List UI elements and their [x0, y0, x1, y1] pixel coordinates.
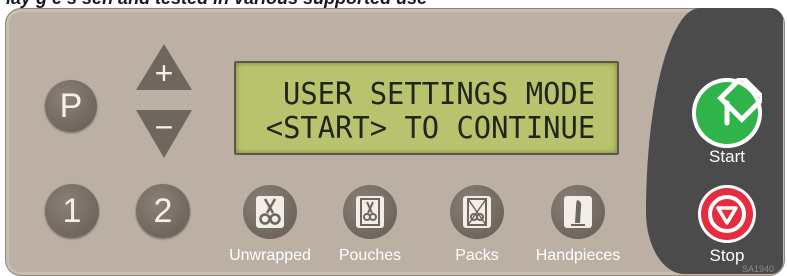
start-label: Start — [709, 147, 745, 166]
increase-symbol: + — [155, 55, 174, 91]
pouches-button[interactable] — [343, 185, 397, 239]
program-button[interactable]: P — [45, 80, 97, 132]
packs-button[interactable] — [450, 185, 504, 239]
packs-icon — [463, 196, 491, 228]
unwrapped-button[interactable] — [243, 185, 297, 239]
power-icon — [717, 73, 767, 126]
user-1-button[interactable]: 1 — [45, 184, 99, 238]
stop-triangle-icon — [708, 195, 746, 233]
stop-label: Stop — [709, 246, 745, 265]
decrease-triangle-icon: − — [136, 109, 192, 158]
pouches-label: Pouches — [338, 247, 402, 264]
handpieces-icon — [564, 196, 592, 228]
lcd-display: USER SETTINGS MODE <START> TO CONTINUE — [234, 61, 619, 155]
increase-triangle-icon: + — [136, 44, 192, 91]
stop-button[interactable] — [698, 185, 756, 243]
start-button[interactable] — [692, 73, 767, 148]
lcd-line-2: <START> TO CONTINUE — [265, 111, 595, 146]
pouches-icon — [356, 196, 384, 228]
decrease-symbol: − — [155, 109, 174, 145]
lcd-line-1: USER SETTINGS MODE — [282, 77, 595, 112]
increase-button[interactable]: + — [134, 42, 194, 92]
user-2-button[interactable]: 2 — [136, 184, 190, 238]
figure-code: SA1940 — [742, 264, 775, 274]
unwrapped-icon — [256, 196, 284, 228]
handpieces-label: Handpieces — [535, 247, 621, 264]
decrease-button[interactable]: − — [134, 108, 194, 160]
handpieces-button[interactable] — [551, 185, 605, 239]
